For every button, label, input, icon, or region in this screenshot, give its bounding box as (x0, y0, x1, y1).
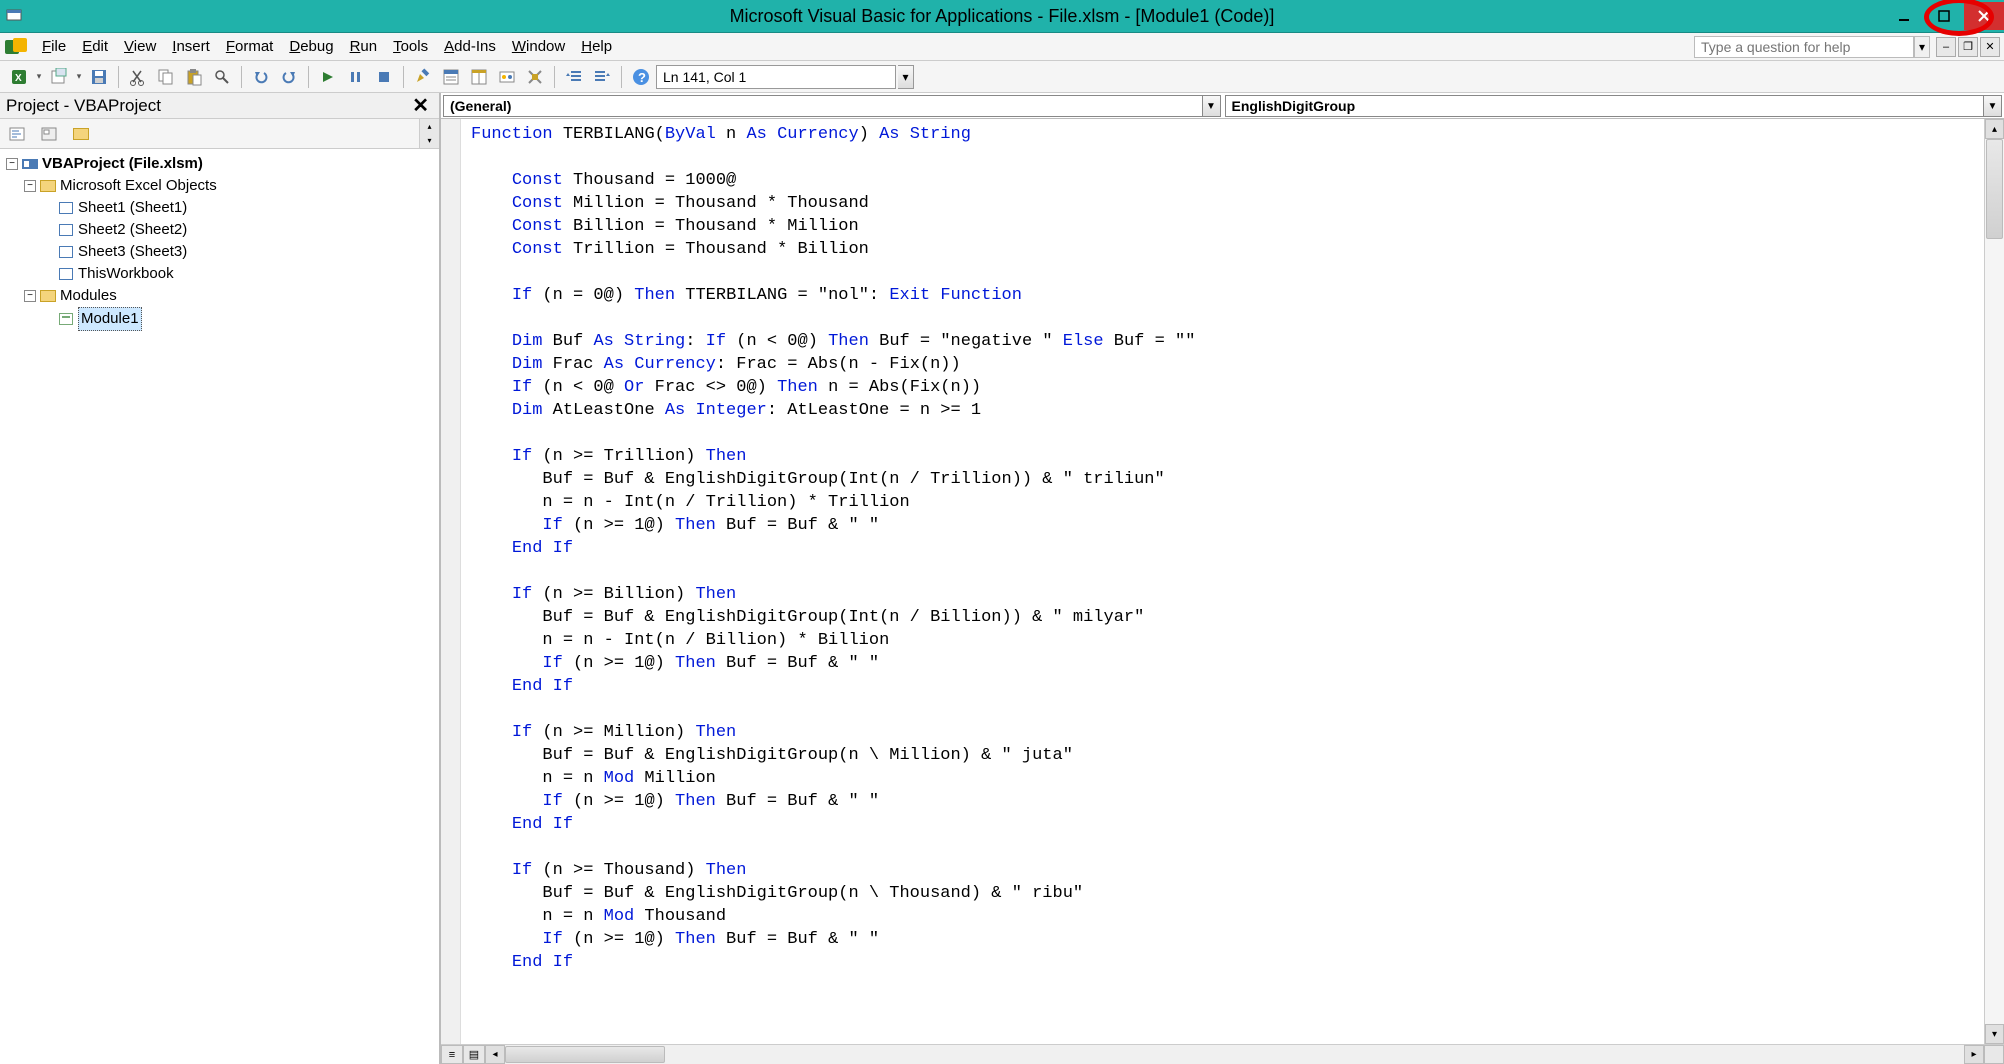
save-button[interactable] (86, 64, 112, 90)
menu-tools[interactable]: Tools (385, 36, 436, 57)
mdi-minimize-button[interactable]: – (1936, 37, 1956, 57)
vertical-scrollbar[interactable]: ▴ ▾ (1984, 119, 2004, 1044)
toolbar: X ▾ ▾ ? Ln 141, Col 1 ▾ (0, 61, 2004, 93)
scroll-thumb[interactable] (505, 1046, 665, 1063)
code-window: (General)▼ EnglishDigitGroup▼ Function T… (441, 93, 2004, 1064)
tree-root[interactable]: −VBAProject (File.xlsm) (6, 153, 433, 175)
scroll-up-icon[interactable]: ▴ (1985, 119, 2004, 139)
toolbox-button[interactable] (522, 64, 548, 90)
separator-icon (241, 66, 242, 88)
paste-button[interactable] (181, 64, 207, 90)
procedure-view-button[interactable]: ≡ (441, 1045, 463, 1064)
scroll-up-icon[interactable]: ▴ (420, 119, 439, 134)
scroll-corner (1984, 1045, 2004, 1064)
tree-item[interactable]: Sheet3 (Sheet3) (6, 241, 433, 263)
full-module-view-button[interactable]: ▤ (463, 1045, 485, 1064)
system-menu-icon[interactable] (6, 7, 22, 26)
code-margin[interactable] (441, 119, 461, 1044)
pane-title: Project - VBAProject ✕ (0, 93, 439, 119)
menu-file[interactable]: File (34, 36, 74, 57)
separator-icon (118, 66, 119, 88)
help-button[interactable]: ? (628, 64, 654, 90)
help-search-input[interactable] (1694, 36, 1914, 58)
horizontal-scrollbar[interactable]: ◂ ▸ (485, 1045, 1984, 1064)
indent-button[interactable] (589, 64, 615, 90)
menu-window[interactable]: Window (504, 36, 573, 57)
excel-dropdown[interactable]: ▾ (34, 71, 44, 82)
copy-button[interactable] (153, 64, 179, 90)
project-tree[interactable]: −VBAProject (File.xlsm) −Microsoft Excel… (0, 149, 439, 1064)
tree-excel-objects[interactable]: −Microsoft Excel Objects (6, 175, 433, 197)
insert-dropdown[interactable]: ▾ (74, 71, 84, 82)
object-combo[interactable]: (General)▼ (443, 95, 1221, 117)
project-explorer-button[interactable] (438, 64, 464, 90)
tree-module1[interactable]: Module1 (6, 307, 433, 331)
undo-button[interactable] (248, 64, 274, 90)
tree-modules[interactable]: −Modules (6, 285, 433, 307)
chevron-down-icon[interactable]: ▼ (1202, 96, 1220, 116)
reset-button[interactable] (371, 64, 397, 90)
view-object-button[interactable] (36, 121, 62, 147)
view-code-button[interactable] (4, 121, 30, 147)
cursor-position: Ln 141, Col 1 (656, 65, 896, 89)
titlebar[interactable]: Microsoft Visual Basic for Applications … (0, 0, 2004, 33)
object-browser-button[interactable] (494, 64, 520, 90)
close-pane-icon[interactable]: ✕ (408, 93, 433, 118)
insert-module-button[interactable] (46, 64, 72, 90)
menu-run[interactable]: Run (342, 36, 386, 57)
separator-icon (308, 66, 309, 88)
outdent-button[interactable] (561, 64, 587, 90)
project-explorer: Project - VBAProject ✕ ▴▾ −VBAProject (F… (0, 93, 441, 1064)
svg-text:X: X (15, 73, 22, 84)
separator-icon (403, 66, 404, 88)
tree-item[interactable]: Sheet1 (Sheet1) (6, 197, 433, 219)
minimize-button[interactable] (1884, 2, 1924, 30)
scroll-down-icon[interactable]: ▾ (420, 134, 439, 149)
tree-item[interactable]: Sheet2 (Sheet2) (6, 219, 433, 241)
position-dropdown[interactable]: ▾ (898, 65, 914, 89)
break-button[interactable] (343, 64, 369, 90)
project-toolbar: ▴▾ (0, 119, 439, 149)
menu-view[interactable]: View (116, 36, 164, 57)
scroll-down-icon[interactable]: ▾ (1985, 1024, 2004, 1044)
view-excel-button[interactable]: X (6, 64, 32, 90)
separator-icon (554, 66, 555, 88)
toggle-folders-button[interactable] (68, 121, 94, 147)
close-button[interactable] (1964, 2, 2004, 30)
vba-logo-icon[interactable] (4, 37, 28, 57)
procedure-combo[interactable]: EnglishDigitGroup▼ (1225, 95, 2003, 117)
menu-format[interactable]: Format (218, 36, 282, 57)
scroll-right-icon[interactable]: ▸ (1964, 1045, 1984, 1064)
tree-item[interactable]: ThisWorkbook (6, 263, 433, 285)
mdi-close-button[interactable]: ✕ (1980, 37, 2000, 57)
run-button[interactable] (315, 64, 341, 90)
maximize-button[interactable] (1924, 2, 1964, 30)
menu-help[interactable]: Help (573, 36, 620, 57)
scroll-left-icon[interactable]: ◂ (485, 1045, 505, 1064)
cut-button[interactable] (125, 64, 151, 90)
menu-edit[interactable]: Edit (74, 36, 116, 57)
code-editor[interactable]: Function TERBILANG(ByVal n As Currency) … (461, 119, 1984, 1044)
menu-debug[interactable]: Debug (281, 36, 341, 57)
redo-button[interactable] (276, 64, 302, 90)
help-dropdown-button[interactable]: ▾ (1914, 36, 1930, 58)
chevron-down-icon[interactable]: ▼ (1983, 96, 2001, 116)
scroll-thumb[interactable] (1986, 139, 2003, 239)
properties-button[interactable] (466, 64, 492, 90)
design-mode-button[interactable] (410, 64, 436, 90)
find-button[interactable] (209, 64, 235, 90)
menu-add-ins[interactable]: Add-Ins (436, 36, 504, 57)
mdi-restore-button[interactable]: ❐ (1958, 37, 1978, 57)
separator-icon (621, 66, 622, 88)
menu-insert[interactable]: Insert (164, 36, 218, 57)
svg-text:?: ? (638, 70, 646, 85)
menubar: FileEditViewInsertFormatDebugRunToolsAdd… (0, 33, 2004, 61)
window-title: Microsoft Visual Basic for Applications … (730, 6, 1275, 27)
